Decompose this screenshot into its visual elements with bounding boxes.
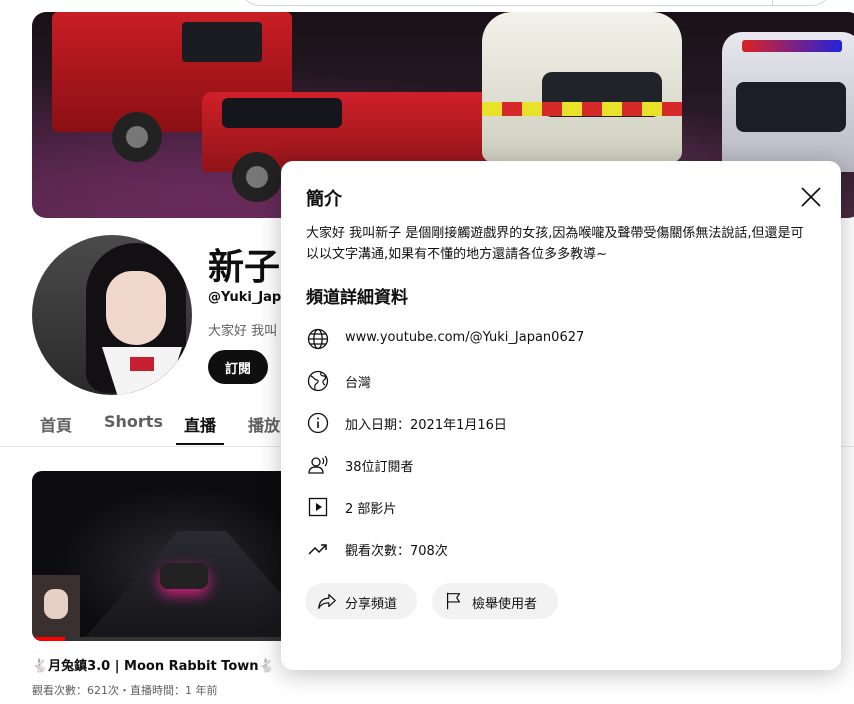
detail-row-country: 台灣 (306, 367, 806, 395)
video-play-icon (308, 497, 328, 517)
detail-text: 38位訂閱者 (345, 460, 414, 475)
detail-text: 台灣 (345, 376, 372, 391)
share-channel-button[interactable]: 分享頻道 (305, 583, 417, 619)
detail-row-url[interactable]: www.youtube.com/@Yuki_Japan0627 (306, 325, 806, 353)
info-icon (307, 412, 329, 434)
report-label: 檢舉使用者 (472, 597, 538, 612)
about-dialog: 簡介 大家好 我叫新子 是個剛接觸遊戲界的女孩,因為喉嚨及聲帶受傷關係無法說話,… (281, 161, 841, 670)
share-icon (318, 593, 336, 609)
detail-text: 加入日期：2021年1月16日 (345, 418, 507, 433)
detail-row-joined: 加入日期：2021年1月16日 (306, 409, 806, 437)
share-label: 分享頻道 (345, 597, 398, 612)
close-icon (801, 187, 821, 207)
details-title: 頻道詳細資料 (306, 288, 408, 308)
flag-icon (446, 592, 461, 610)
detail-text[interactable]: www.youtube.com/@Yuki_Japan0627 (345, 330, 584, 345)
about-description: 大家好 我叫新子 是個剛接觸遊戲界的女孩,因為喉嚨及聲帶受傷關係無法說話,但還是… (306, 226, 804, 262)
about-title: 簡介 (306, 189, 342, 210)
earth-location-icon (307, 370, 329, 392)
trending-icon (308, 544, 327, 555)
detail-text: 2 部影片 (345, 502, 397, 517)
close-button[interactable] (795, 181, 827, 213)
globe-icon (307, 328, 329, 350)
report-user-button[interactable]: 檢舉使用者 (432, 583, 558, 619)
detail-row-subscribers: 38位訂閱者 (306, 451, 806, 479)
detail-text: 觀看次數：708次 (345, 544, 448, 559)
detail-row-videos: 2 部影片 (306, 493, 806, 521)
detail-row-views: 觀看次數：708次 (306, 535, 806, 563)
subscribers-icon (308, 455, 328, 474)
